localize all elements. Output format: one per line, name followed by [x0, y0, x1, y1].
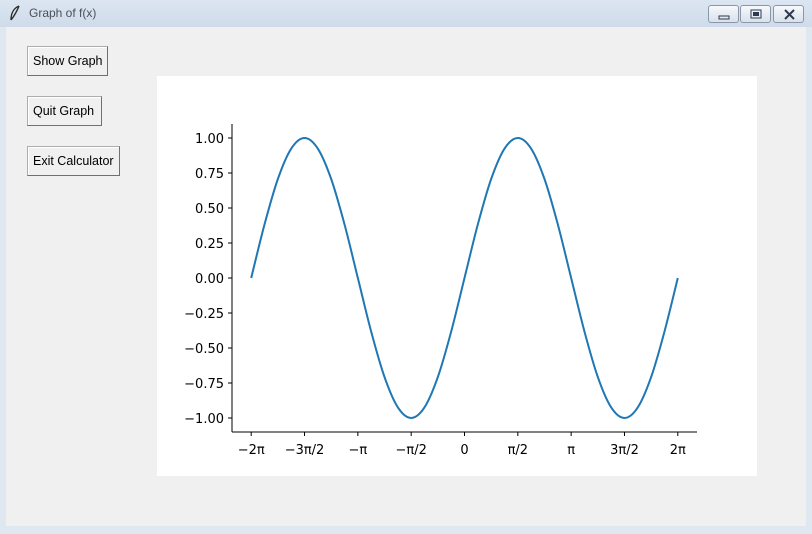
x-tick-label: −3π/2 [285, 443, 325, 458]
minimize-icon [718, 15, 730, 20]
close-button[interactable] [773, 5, 804, 23]
exit-calculator-button[interactable]: Exit Calculator [27, 146, 120, 176]
x-tick-label: −π/2 [395, 443, 426, 458]
y-tick-label: −0.25 [184, 307, 224, 322]
window-client-area: Show Graph Quit Graph Exit Calculator 1.… [6, 27, 806, 526]
x-tick-label: π/2 [508, 443, 528, 458]
maximize-icon [750, 9, 762, 19]
y-tick-label: −1.00 [184, 412, 224, 427]
y-tick-label: −0.75 [184, 377, 224, 392]
feather-icon [10, 5, 20, 21]
y-tick-label: 1.00 [195, 132, 224, 147]
maximize-button[interactable] [740, 5, 771, 23]
show-graph-button[interactable]: Show Graph [27, 46, 108, 76]
quit-graph-button[interactable]: Quit Graph [27, 96, 102, 126]
minimize-button[interactable] [708, 5, 739, 23]
x-tick-label: −π [348, 443, 367, 458]
x-tick-label: 2π [670, 443, 686, 458]
y-tick-label: 0.50 [195, 202, 224, 217]
y-tick-label: −0.50 [184, 342, 224, 357]
graph-canvas: 1.00 0.75 0.50 0.25 0.00 −0.25 −0.50 −0.75 −1.00… [157, 76, 757, 476]
sine-chart: 1.00 0.75 0.50 0.25 0.00 −0.25 −0.50 −0.75 −1.00… [184, 124, 697, 458]
x-tick-label: π [567, 443, 575, 458]
close-icon [784, 9, 795, 20]
x-tick-label: −2π [238, 443, 265, 458]
window-title: Graph of f(x) [29, 6, 97, 20]
y-tick-label: 0.25 [195, 237, 224, 252]
y-tick-label: 0.75 [195, 167, 224, 182]
y-tick-label: 0.00 [195, 272, 224, 287]
title-bar[interactable]: Graph of f(x) [0, 0, 812, 27]
x-tick-label: 3π/2 [610, 443, 639, 458]
x-tick-label: 0 [460, 443, 468, 458]
series-line-0 [250, 137, 679, 419]
